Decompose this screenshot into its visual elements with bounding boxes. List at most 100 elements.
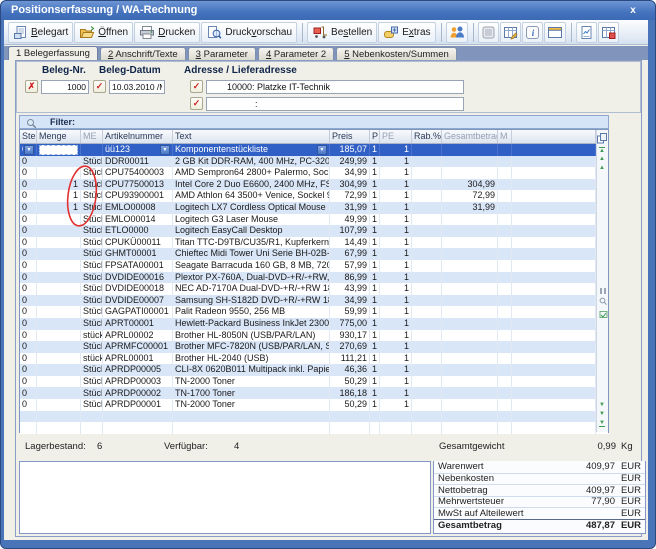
cell-artnr[interactable]: APRDP00001 (103, 399, 173, 411)
cell-rab[interactable] (412, 353, 442, 365)
cell-filler[interactable] (512, 353, 596, 365)
cell-gesamt[interactable] (442, 341, 498, 353)
cell-p[interactable]: 1 (370, 295, 380, 307)
cell-p[interactable]: 1 (370, 225, 380, 237)
cell-menge[interactable] (37, 330, 81, 342)
grid-header-steu[interactable]: Steu (20, 130, 37, 143)
cell-artnr[interactable]: APRL00002 (103, 330, 173, 342)
row-marker-icon[interactable] (599, 306, 608, 324)
cell-m[interactable] (498, 306, 512, 318)
cell-m[interactable] (498, 364, 512, 376)
grid-row[interactable]: 0StückETLO0000Logitech EasyCall Desktop1… (20, 225, 608, 237)
lieferadresse-check-button[interactable]: ✓ (190, 97, 203, 110)
cell-filler[interactable] (512, 179, 596, 191)
cell-preis[interactable]: 43,99 (330, 283, 370, 295)
tab-5-nebenkosten-summen[interactable]: 5 Nebenkosten/Summen (336, 47, 457, 60)
cell-pe[interactable]: 1 (380, 225, 412, 237)
cell-filler[interactable] (512, 341, 596, 353)
cell-m[interactable] (498, 295, 512, 307)
cell-me[interactable]: Stück (81, 190, 103, 202)
scroll-to-bottom-icon[interactable]: ▼ (599, 420, 605, 427)
cell-menge[interactable] (37, 225, 81, 237)
cell-menge[interactable] (37, 341, 81, 353)
cell-menge[interactable] (37, 318, 81, 330)
cell-steu[interactable]: 0 (20, 364, 37, 376)
cell-me[interactable]: Stück (81, 214, 103, 226)
cell-preis[interactable]: 186,18 (330, 387, 370, 399)
cell-gesamt[interactable] (442, 283, 498, 295)
cell-m[interactable] (498, 353, 512, 365)
cell-artnr[interactable]: CPUKÜ00011 (103, 237, 173, 249)
cell-artnr[interactable]: DVDIDE00016 (103, 272, 173, 284)
cell-me[interactable]: Stück (81, 341, 103, 353)
cell-menge[interactable] (37, 295, 81, 307)
cell-menge[interactable]: 1 (37, 190, 81, 202)
cell-artnr[interactable]: CPU93900001 (103, 190, 173, 202)
toolbar-button-öffnen[interactable]: Öffnen (74, 22, 133, 43)
toolbar-button-table-edit[interactable] (500, 22, 521, 43)
cell-me[interactable] (81, 422, 103, 434)
cell-filler[interactable] (512, 295, 596, 307)
cell-preis[interactable] (330, 422, 370, 434)
cell-filler[interactable] (512, 330, 596, 342)
cell-me[interactable]: Stück (81, 260, 103, 272)
grid-row[interactable]: 0StückCPUKÜ00011Titan TTC-D9TB/CU35/R1, … (20, 237, 608, 249)
cell-pe[interactable]: 1 (380, 283, 412, 295)
cell-rab[interactable] (412, 190, 442, 202)
scroll-to-top-icon[interactable]: ▲ (599, 147, 605, 154)
cell-m[interactable] (498, 225, 512, 237)
grid-row[interactable]: 01StückEMLO00008Logitech LX7 Cordless Op… (20, 202, 608, 214)
cell-rab[interactable] (412, 295, 442, 307)
cell-steu[interactable]: 0 (20, 156, 37, 168)
cell-preis[interactable]: 72,99 (330, 190, 370, 202)
cell-gesamt[interactable] (442, 422, 498, 434)
dropdown-button[interactable]: ▼ (160, 145, 170, 155)
cell-m[interactable] (498, 156, 512, 168)
cell-menge[interactable] (37, 248, 81, 260)
cell-menge[interactable] (37, 237, 81, 249)
cell-me[interactable]: Stück (81, 376, 103, 388)
cell-gesamt[interactable] (442, 156, 498, 168)
cell-text[interactable] (173, 422, 330, 434)
cell-preis[interactable]: 111,21 (330, 353, 370, 365)
cell-filler[interactable] (512, 399, 596, 411)
cell-p[interactable] (370, 411, 380, 423)
cell-gesamt[interactable]: 304,99 (442, 179, 498, 191)
grid-scrollbar[interactable]: ▲ ▲ ▲ ▼ ▼ ▼ (596, 130, 608, 432)
cell-text[interactable]: TN-1700 Toner (173, 387, 330, 399)
grid-row[interactable]: 0StückAPRDP00001TN-2000 Toner50,2911 (20, 399, 608, 411)
cell-filler[interactable] (512, 260, 596, 272)
cell-filler[interactable] (512, 190, 596, 202)
toolbar-button-window[interactable] (544, 22, 566, 43)
cell-filler[interactable] (512, 225, 596, 237)
cell-artnr[interactable]: GHMT00001 (103, 248, 173, 260)
cell-menge[interactable] (37, 364, 81, 376)
dropdown-button[interactable]: ▼ (317, 145, 327, 155)
cell-m[interactable] (498, 144, 512, 156)
cell-filler[interactable] (512, 411, 596, 423)
cell-filler[interactable] (512, 306, 596, 318)
cell-text[interactable]: Plextor PX-760A, Dual-DVD-+R/-+RW, 18/18 (173, 272, 330, 284)
cell-steu[interactable]: 0 (20, 353, 37, 365)
cell-steu[interactable]: 0 (20, 306, 37, 318)
cell-preis[interactable]: 304,99 (330, 179, 370, 191)
toolbar-button-drucken[interactable]: Drucken (134, 22, 200, 43)
cell-steu[interactable]: 0▼ (20, 144, 37, 156)
cell-rab[interactable] (412, 387, 442, 399)
cell-text[interactable]: Komponentenstückliste▼ (173, 144, 330, 156)
cell-p[interactable]: 1 (370, 306, 380, 318)
cell-me[interactable]: Stück (81, 306, 103, 318)
cell-rab[interactable] (412, 179, 442, 191)
cell-p[interactable]: 1 (370, 202, 380, 214)
cell-pe[interactable]: 1 (380, 248, 412, 260)
cell-text[interactable]: Brother MFC-7820N (USB/PAR/LAN, Scannen (173, 341, 330, 353)
cell-steu[interactable]: 0 (20, 283, 37, 295)
cell-text[interactable]: 2 GB Kit DDR-RAM, 400 MHz, PC-3200, G.Sk… (173, 156, 330, 168)
cell-gesamt[interactable] (442, 272, 498, 284)
cell-artnr[interactable]: APRDP00005 (103, 364, 173, 376)
cell-gesamt[interactable] (442, 295, 498, 307)
cell-menge[interactable] (37, 144, 81, 156)
cell-me[interactable] (81, 144, 103, 156)
adresse-input[interactable] (206, 80, 464, 94)
tab-1-belegerfassung[interactable]: 1 Belegerfassung (8, 46, 98, 60)
